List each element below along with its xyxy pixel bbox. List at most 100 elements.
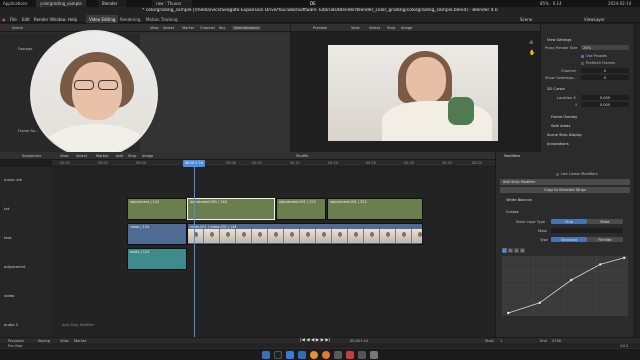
frame-overlay-panel[interactable]: Frame Overlay: [551, 115, 577, 119]
video-strip[interactable]: video | 124: [127, 223, 187, 245]
preview-select[interactable]: Select: [369, 26, 380, 30]
seq-strip-menu[interactable]: Strip: [128, 154, 136, 158]
editor-icon[interactable]: [298, 351, 306, 359]
system-bar: Applications colorgrading_sample [/... B…: [0, 0, 640, 11]
mask-input-mask-button[interactable]: Mask: [587, 219, 623, 224]
preview-mode-dropdown[interactable]: Preview: [313, 26, 327, 30]
strip-thumbnail: [300, 229, 316, 243]
header-normalization[interactable]: Normalization: [232, 26, 261, 30]
header-key[interactable]: Key: [219, 26, 226, 30]
dopesheet-area[interactable]: [140, 33, 290, 152]
zoom-icon[interactable]: ⊕: [529, 40, 533, 46]
audio-strip[interactable]: audio | 124: [127, 248, 187, 270]
taskbar-tab-thunar[interactable]: raw : Thunar: [152, 0, 192, 7]
channel-name[interactable]: video: [4, 293, 14, 298]
channel-name[interactable]: txt: [4, 206, 9, 211]
taskbar-tab-blender-file[interactable]: colorgrading_sample [/...: [36, 0, 86, 11]
white-balance-modifier[interactable]: White Balance: [506, 198, 532, 202]
video-strip-thumbnails[interactable]: video.001 | video.002 | 144: [187, 223, 423, 245]
seq-add-menu[interactable]: Add: [116, 154, 123, 158]
menu-edit[interactable]: Edit: [22, 17, 30, 22]
app-icon[interactable]: [334, 351, 342, 359]
view-layer-selector[interactable]: ViewLayer: [584, 17, 605, 22]
type-standard-button[interactable]: Standard: [551, 237, 587, 242]
use-linear-modifiers-checkbox[interactable]: [556, 173, 559, 176]
curve-channel-g[interactable]: G: [514, 248, 519, 253]
channel-name[interactable]: music sfx: [4, 177, 22, 182]
cursor-2d-heading[interactable]: 2D Cursor: [547, 87, 565, 91]
trash-icon[interactable]: [370, 351, 378, 359]
files-icon[interactable]: [262, 351, 270, 359]
prefetch-frames-checkbox[interactable]: [581, 62, 584, 65]
scene-strip-display-panel[interactable]: Scene Strip Display: [547, 133, 582, 137]
curve-widget[interactable]: [502, 256, 628, 316]
add-strip-modifier-dropdown[interactable]: Add Strip Modifier: [500, 179, 630, 185]
seq-marker-menu[interactable]: Marker: [96, 154, 108, 158]
workspace-tab-video-editing[interactable]: Video Editing: [86, 15, 119, 23]
menu-render[interactable]: Render: [34, 17, 48, 22]
sequencer-mode-dropdown[interactable]: Sequencer: [22, 154, 41, 158]
menu-help[interactable]: Help: [68, 17, 77, 22]
mask-input-strip-button[interactable]: Strip: [551, 219, 587, 224]
sidebar-tabs[interactable]: [633, 24, 640, 152]
channel-name[interactable]: audio 2: [4, 322, 18, 327]
copy-to-selected-button[interactable]: Copy to Selected Strips: [500, 187, 630, 193]
seq-view-menu[interactable]: View: [60, 154, 69, 158]
use-proxies-label: Use Proxies: [586, 54, 607, 58]
adjustment-strip[interactable]: adjustment | 124: [127, 198, 187, 220]
header-select[interactable]: Select: [163, 26, 174, 30]
app-icon[interactable]: [358, 351, 366, 359]
curves-modifier[interactable]: Curves: [506, 210, 518, 214]
pan-hand-icon[interactable]: ✋: [529, 50, 535, 56]
channel-field[interactable]: 0: [581, 68, 629, 73]
preview-view[interactable]: View: [351, 26, 360, 30]
preview-image-frame[interactable]: [328, 45, 498, 141]
header-view[interactable]: View: [150, 26, 159, 30]
preview-strip[interactable]: Strip: [387, 26, 395, 30]
adjustment-strip[interactable]: adjustment.001 | 322: [327, 198, 423, 220]
app-icon[interactable]: [346, 351, 354, 359]
timeline-body[interactable]: adjustment | 124 Adjustment.001 | 144 ad…: [52, 160, 495, 337]
menu-file[interactable]: File: [10, 17, 17, 22]
channel-name[interactable]: text: [4, 235, 12, 240]
scene-selector[interactable]: Scene: [520, 17, 532, 22]
tick-label: 00:04: [136, 161, 146, 165]
taskbar-tab-blender[interactable]: Blender: [98, 0, 126, 7]
mask-field[interactable]: [551, 228, 623, 233]
safe-areas-panel[interactable]: Safe Areas: [551, 124, 570, 128]
add-strip-modifier-hint[interactable]: Add Strip Modifier: [62, 323, 94, 327]
annotations-panel[interactable]: Annotations: [547, 142, 569, 146]
terminal-icon[interactable]: [274, 351, 282, 359]
location-x-field[interactable]: 0.000: [581, 95, 629, 100]
adjustment-strip[interactable]: adjustment.001 | 123: [276, 198, 326, 220]
curve-channel-r[interactable]: R: [508, 248, 513, 253]
shuffle-dropdown[interactable]: Shuffle: [296, 154, 309, 158]
header-marker[interactable]: Marker: [182, 26, 194, 30]
playhead-line[interactable]: [194, 160, 195, 337]
location-y-field[interactable]: 0.000: [581, 102, 629, 107]
show-overexposed-field[interactable]: 0: [581, 75, 629, 80]
menu-window[interactable]: Window: [50, 17, 66, 22]
curve-channel-b[interactable]: B: [520, 248, 525, 253]
proxy-render-size-dropdown[interactable]: 25%: [581, 45, 629, 50]
channel-name[interactable]: adjustment: [4, 264, 26, 269]
timeline-ruler[interactable]: 00:10 00:02 00:04 00:08 00:10 00:12 00:1…: [52, 160, 495, 167]
header-channel[interactable]: Channel: [200, 26, 215, 30]
firefox-icon[interactable]: [310, 351, 318, 359]
browser-icon[interactable]: [286, 351, 294, 359]
seq-image-menu[interactable]: Image: [142, 154, 153, 158]
blender-app-icon[interactable]: [322, 351, 330, 359]
workspace-tab-motion-tracking[interactable]: Motion Tracking: [143, 15, 180, 23]
preview-image[interactable]: Image: [401, 26, 412, 30]
mask-input-type-label: Mask Input Type: [516, 220, 546, 224]
seq-select-menu[interactable]: Select: [76, 154, 87, 158]
adjustment-strip-selected[interactable]: Adjustment.001 | 144: [187, 198, 275, 220]
view-settings-heading[interactable]: View Settings: [547, 38, 571, 42]
use-proxies-checkbox[interactable]: [581, 55, 584, 58]
applications-menu[interactable]: Applications: [3, 1, 27, 6]
workspace-tab-rendering[interactable]: Rendering: [117, 15, 143, 23]
blender-logo-icon[interactable]: ◉: [2, 17, 6, 22]
curve-channel-c[interactable]: C: [502, 248, 507, 253]
type-filmlike-button[interactable]: Filmlike: [587, 237, 623, 242]
modifier-sidebar-tabs[interactable]: [633, 152, 640, 337]
